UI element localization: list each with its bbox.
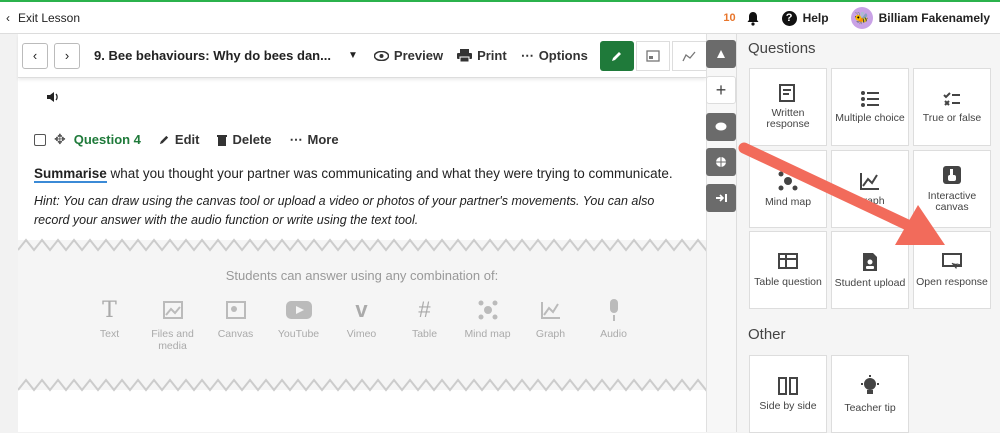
tile-true-or-false[interactable]: True or false — [913, 68, 991, 146]
mindmap-icon — [778, 171, 798, 190]
present-mode-button[interactable] — [635, 40, 670, 71]
open-response-icon — [942, 252, 962, 269]
edit-mode-button[interactable] — [599, 40, 634, 71]
vimeo-icon: v — [355, 297, 368, 322]
notification-count: 10 — [723, 12, 736, 24]
mindmap-icon — [478, 298, 498, 322]
edit-question-button[interactable]: Edit — [159, 132, 199, 147]
bell-icon[interactable] — [746, 11, 760, 26]
chat-bubble-icon — [715, 122, 727, 131]
lesson-toolbar: ‹ › 9. Bee behaviours: Why do bees dan..… — [18, 34, 706, 78]
answer-type-files: Files and media — [141, 298, 204, 352]
exit-to-panel-button[interactable] — [706, 184, 736, 212]
drag-move-icon[interactable]: ✥ — [54, 131, 66, 148]
question-select-checkbox[interactable] — [34, 133, 46, 146]
text-icon: T — [102, 297, 117, 323]
question-label: Question 4 — [73, 132, 141, 147]
next-button[interactable]: › — [54, 42, 80, 69]
printer-icon — [457, 49, 473, 62]
exit-lesson-button[interactable]: ‹ Exit Lesson — [0, 11, 80, 25]
pencil-icon — [611, 51, 621, 61]
user-menu[interactable]: 🐝 Billiam Fakenamely — [850, 7, 990, 29]
tile-interactive-canvas[interactable]: Interactive canvas — [913, 150, 991, 228]
print-button[interactable]: Print — [457, 48, 507, 63]
top-bar: ‹ Exit Lesson 10 ? Help 🐝 Billiam Fakena… — [0, 0, 1000, 34]
tile-table-question[interactable]: Table question — [749, 231, 827, 309]
tile-teacher-tip[interactable]: Teacher tip — [831, 355, 909, 433]
answer-type-graph: Graph — [519, 298, 582, 352]
glossary-keyword[interactable]: Summarise — [34, 166, 107, 183]
lesson-title[interactable]: 9. Bee behaviours: Why do bees dan... — [94, 48, 344, 63]
pencil-icon — [159, 135, 169, 145]
caret-down-icon[interactable]: ▼ — [348, 50, 358, 61]
trash-icon — [217, 134, 228, 146]
questions-heading: Questions — [748, 40, 816, 57]
checklist-icon — [943, 91, 960, 106]
globe-icon — [716, 157, 726, 167]
help-icon: ? — [781, 10, 797, 26]
more-dots-icon: ⋯ — [520, 47, 534, 63]
help-button[interactable]: ? Help — [781, 10, 829, 26]
table-grid-icon: # — [418, 297, 431, 322]
more-dots-icon: ⋯ — [289, 131, 303, 147]
zigzag-divider-bottom — [18, 378, 706, 392]
comments-button[interactable] — [706, 113, 736, 141]
touch-hand-icon — [943, 166, 961, 184]
answer-type-text: T Text — [99, 297, 120, 341]
microphone-icon — [607, 298, 621, 322]
tile-graph[interactable]: Graph — [831, 150, 909, 228]
tile-side-by-side[interactable]: Side by side — [749, 355, 827, 433]
question-header: ✥ Question 4 Edit Delete ⋯ More — [34, 131, 339, 148]
graph-icon — [860, 172, 879, 190]
question-prompt: Summarise what you thought your partner … — [34, 166, 673, 183]
columns-icon — [778, 376, 798, 395]
more-question-button[interactable]: ⋯ More — [290, 132, 339, 148]
bell-icon — [717, 50, 725, 58]
answer-type-table: # Table — [411, 297, 438, 340]
chevron-left-icon: ‹ — [32, 48, 38, 63]
plus-icon: + — [715, 79, 727, 100]
tile-written-response[interactable]: Written response — [749, 68, 827, 146]
answer-type-canvas: Canvas — [204, 298, 267, 352]
preview-button[interactable]: Preview — [373, 48, 443, 63]
chart-icon — [682, 51, 696, 61]
screen-icon — [646, 49, 660, 62]
list-icon — [861, 90, 879, 107]
chevron-right-icon: › — [64, 48, 70, 63]
table-icon — [778, 252, 798, 269]
tile-multiple-choice[interactable]: Multiple choice — [831, 68, 909, 146]
answer-type-audio: Audio — [582, 298, 645, 352]
file-user-icon — [863, 252, 877, 271]
options-button[interactable]: ⋯ Options — [521, 48, 588, 64]
answer-type-mindmap: Mind map — [456, 298, 519, 352]
lightbulb-icon — [861, 374, 879, 394]
eye-icon — [373, 50, 389, 61]
arrow-right-bar-icon — [716, 194, 727, 202]
answer-type-youtube: YouTube — [267, 298, 330, 352]
answer-type-vimeo: v Vimeo — [346, 297, 377, 340]
delete-question-button[interactable]: Delete — [217, 132, 272, 147]
tile-open-response[interactable]: Open response — [913, 231, 991, 309]
answer-types-list: T Text Files and media Canvas YouTube v Vi… — [18, 297, 706, 352]
sharing-button[interactable] — [706, 148, 736, 176]
tile-student-upload[interactable]: Student upload — [831, 231, 909, 309]
chevron-left-icon: ‹ — [6, 10, 10, 25]
tile-mind-map[interactable]: Mind map — [749, 150, 827, 228]
avatar: 🐝 — [850, 7, 873, 29]
collapse-panel-button[interactable] — [706, 40, 736, 68]
previous-button[interactable]: ‹ — [22, 42, 48, 69]
graph-icon — [540, 298, 561, 322]
canvas-icon — [225, 298, 246, 322]
add-content-button[interactable]: + — [706, 76, 736, 104]
answer-types-heading: Students can answer using any combinatio… — [225, 268, 499, 283]
question-hint: Hint: You can draw using the canvas tool… — [34, 194, 655, 227]
speaker-icon[interactable] — [46, 91, 60, 103]
other-heading: Other — [748, 326, 786, 343]
written-response-icon — [779, 84, 795, 102]
analytics-button[interactable] — [671, 40, 706, 71]
zigzag-divider-top — [18, 238, 706, 252]
youtube-icon — [285, 298, 312, 322]
image-icon — [162, 298, 183, 322]
